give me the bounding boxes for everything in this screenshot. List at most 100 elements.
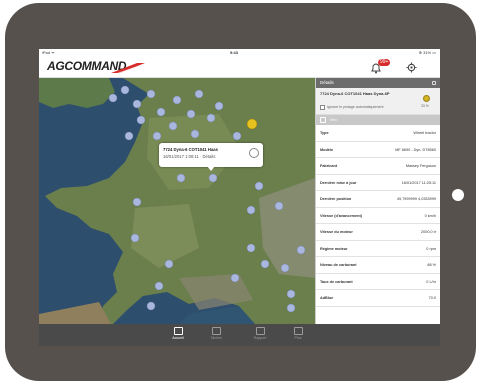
vehicle-summary: 7724 Dyna-6 COT1041 Haas Dyna-6P Ignorer… [316, 88, 440, 115]
gear-icon[interactable] [406, 62, 417, 73]
vehicle-marker[interactable] [146, 89, 156, 99]
vehicle-marker[interactable] [156, 107, 166, 117]
vehicle-marker[interactable] [194, 89, 204, 99]
detail-value: 0 rpm [426, 246, 436, 251]
app-header: AGCOMMAND 99+ [39, 56, 440, 78]
report-icon [255, 327, 265, 335]
vehicle-marker[interactable] [286, 303, 296, 313]
vehicle-marker[interactable] [172, 95, 182, 105]
vehicle-marker[interactable] [214, 101, 224, 111]
detail-value: Massey Ferguson [405, 164, 436, 168]
detail-row: Vitesse du moteur 2000,0 tr [316, 224, 440, 241]
vehicle-marker[interactable] [136, 115, 146, 125]
vehicle-marker[interactable] [280, 263, 290, 273]
detail-row: Fabricant Massey Ferguson [316, 158, 440, 175]
detail-row: Niveau de carburant 88 % [316, 257, 440, 274]
info-tab-icon [320, 117, 326, 123]
home-icon [173, 327, 183, 335]
track-checkbox-label: Ignorer le pistage automatiquement [327, 105, 384, 109]
vehicle-marker[interactable] [254, 181, 264, 191]
info-tab-label: Info [330, 117, 337, 122]
detail-value: 0 L/hr [426, 279, 436, 284]
marker-layer [108, 85, 306, 313]
detail-value: 88 % [427, 263, 436, 267]
vehicle-status-text: 33 % [421, 104, 429, 108]
detail-list: Type Wheel tractor Modèle MF 8690 - Dyn. D… [316, 125, 440, 307]
detail-row: Taux de carburant 0 L/hr [316, 274, 440, 290]
vehicle-marker[interactable] [120, 85, 130, 95]
tab-report[interactable]: Rapport [245, 326, 275, 344]
vehicle-marker[interactable] [152, 131, 162, 141]
detail-label: Taux de carburant [320, 279, 353, 284]
vehicle-marker[interactable] [154, 281, 164, 291]
tab-report-label: Rapport [253, 336, 267, 340]
vehicle-name: 7724 Dyna-6 COT1041 Haas Dyna-6P [320, 91, 390, 96]
vehicle-marker[interactable] [124, 131, 134, 141]
vehicle-marker[interactable] [132, 197, 142, 207]
selected-vehicle-marker[interactable] [246, 118, 258, 130]
detail-row: Vitesse (d'avancement) 0 km/h [316, 208, 440, 224]
vehicle-marker[interactable] [246, 205, 256, 215]
detail-row: Type Wheel tractor [316, 125, 440, 142]
tab-tasks[interactable]: Tâches [201, 326, 231, 344]
vehicle-marker[interactable] [206, 113, 216, 123]
more-icon [293, 327, 303, 335]
vehicle-popup[interactable]: 7724 Dyna-6 COT1041 Haas 16/01/2017 1:08… [159, 143, 263, 171]
detail-value: 16/01/2017 11:25:11 [401, 180, 436, 185]
close-icon[interactable] [432, 81, 436, 85]
detail-label: Dernière mise à jour [320, 180, 357, 185]
vehicle-marker[interactable] [232, 131, 242, 141]
notification-badge: 99+ [378, 59, 391, 66]
vehicle-marker[interactable] [132, 99, 142, 109]
detail-label: Type [320, 131, 329, 135]
vehicle-marker[interactable] [260, 259, 270, 269]
detail-label: Vitesse (d'avancement) [320, 213, 362, 218]
vehicle-marker[interactable] [246, 243, 256, 253]
status-bar: iPad ᯤ 9:43 ⊕ 31% ▭ [39, 49, 440, 56]
vehicle-marker[interactable] [230, 273, 240, 283]
vehicle-marker[interactable] [146, 301, 156, 311]
popup-info-icon[interactable] [249, 148, 259, 158]
detail-label: Dernière position [320, 197, 352, 201]
vehicle-marker[interactable] [130, 233, 140, 243]
vehicle-marker[interactable] [208, 173, 218, 183]
vehicle-status-icon [423, 95, 430, 102]
details-panel: Détails 7724 Dyna-6 COT1041 Haas Dyna-6P… [315, 78, 440, 324]
satellite-map[interactable]: 7724 Dyna-6 COT1041 Haas 16/01/2017 1:08… [39, 78, 315, 324]
tab-more[interactable]: Plus [283, 326, 313, 344]
vehicle-marker[interactable] [164, 259, 174, 269]
details-header: Détails [316, 78, 440, 88]
detail-label: Régime moteur [320, 246, 348, 251]
detail-value: Wheel tractor [413, 131, 436, 135]
popup-subtitle: 16/01/2017 1:08:11 · Détails [163, 154, 216, 159]
tablet-screen: iPad ᯤ 9:43 ⊕ 31% ▭ AGCOMMAND 99+ 7724 D… [39, 49, 440, 346]
detail-row: Dernière position 49,7999999 4,0333999 [316, 191, 440, 208]
track-checkbox[interactable] [320, 105, 325, 110]
bottom-tab-bar: Accueil Tâches Rapport Plus [39, 324, 440, 346]
clock: 9:43 [230, 50, 239, 55]
home-button[interactable] [452, 189, 464, 201]
vehicle-marker[interactable] [296, 245, 306, 255]
popup-tail [207, 166, 215, 171]
vehicle-marker[interactable] [186, 109, 196, 119]
vehicle-marker[interactable] [108, 93, 118, 103]
detail-value: 70.0 [428, 296, 436, 300]
tab-home-label: Accueil [172, 336, 184, 340]
detail-row: Modèle MF 8690 - Dyn. DT8560 [316, 142, 440, 158]
detail-value: 0 km/h [424, 213, 436, 218]
tab-home[interactable]: Accueil [163, 326, 193, 344]
vehicle-marker[interactable] [176, 173, 186, 183]
vehicle-marker[interactable] [190, 129, 200, 139]
detail-value: MF 8690 - Dyn. DT8560 [395, 147, 436, 152]
details-title: Détails [320, 80, 334, 85]
vehicle-marker[interactable] [168, 121, 178, 131]
vehicle-marker[interactable] [286, 289, 296, 299]
vehicle-marker[interactable] [274, 201, 284, 211]
popup-title: 7724 Dyna-6 COT1041 Haas [163, 147, 218, 152]
tab-info[interactable]: Info [316, 115, 440, 125]
logo-swoosh-icon [111, 63, 145, 73]
detail-label: AdBlue [320, 296, 334, 300]
tab-tasks-label: Tâches [210, 336, 222, 340]
detail-value: 2000,0 tr [421, 230, 436, 234]
tasks-icon [211, 327, 221, 335]
